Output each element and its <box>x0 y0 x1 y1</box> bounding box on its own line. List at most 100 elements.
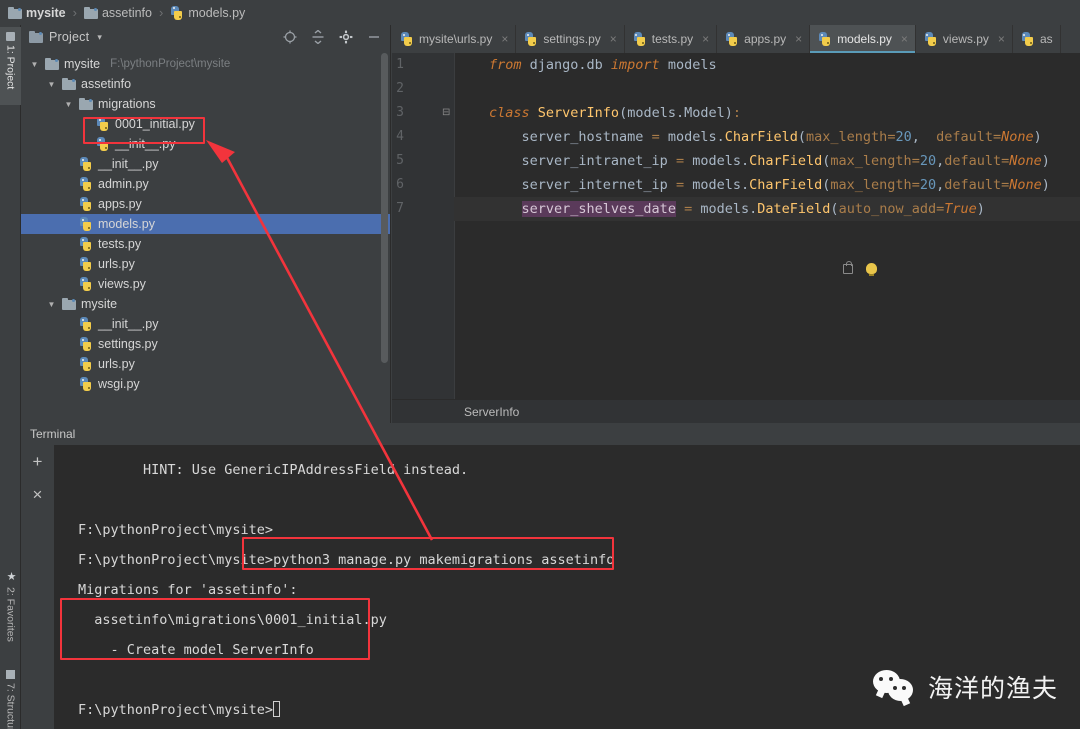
line-number: 5 <box>396 153 404 168</box>
editor-tab-apps-py[interactable]: apps.py × <box>717 25 811 53</box>
expand-arrow-icon[interactable]: ▼ <box>46 80 57 89</box>
expand-arrow-icon[interactable]: ▼ <box>46 300 57 309</box>
code-token: CharField <box>724 129 798 145</box>
editor-status-breadcrumb: ServerInfo <box>392 399 1080 423</box>
close-icon[interactable]: × <box>702 32 709 46</box>
tool-tab-structure[interactable]: 7: Structure <box>0 665 21 729</box>
line-number: 2 <box>396 81 404 96</box>
code-line[interactable] <box>454 77 1080 101</box>
tree-row[interactable]: urls.py <box>21 254 391 274</box>
tree-row[interactable]: wsgi.py <box>21 374 391 394</box>
line-number: 1 <box>396 57 404 72</box>
collapse-all-icon[interactable] <box>311 30 325 44</box>
code-token: (models.Model) <box>619 105 733 121</box>
tree-row-label: __init__.py <box>98 317 159 331</box>
python-file-icon <box>79 237 93 251</box>
tool-tab-project[interactable]: 1: Project <box>0 27 21 105</box>
editor-tab-label: settings.py <box>543 32 601 46</box>
tree-row[interactable]: __init__.py <box>21 154 391 174</box>
close-session-button[interactable]: × <box>21 478 54 511</box>
editor-code-lines[interactable]: from django.db import models class Serve… <box>454 53 1080 423</box>
terminal-line: HINT: Use GenericIPAddressField instead. <box>78 462 469 478</box>
python-file-icon <box>96 137 110 151</box>
code-token: from <box>489 57 522 73</box>
terminal-line: - Create model ServerInfo <box>78 642 314 658</box>
new-session-button[interactable]: + <box>21 445 54 478</box>
tree-row[interactable]: apps.py <box>21 194 391 214</box>
folder-icon <box>79 98 93 110</box>
line-number: 6 <box>396 177 404 192</box>
breadcrumb-item-mysite[interactable]: mysite <box>8 6 66 20</box>
expand-arrow-icon[interactable]: ▼ <box>29 60 40 69</box>
settings-gear-icon[interactable] <box>339 30 353 44</box>
tree-row[interactable]: __init__.py <box>21 134 391 154</box>
python-file-icon <box>170 5 184 20</box>
tree-row[interactable]: 0001_initial.py <box>21 114 391 134</box>
locate-icon[interactable] <box>283 30 297 44</box>
breadcrumb: mysite › assetinfo › models.py <box>0 0 1080 25</box>
tree-row[interactable]: urls.py <box>21 354 391 374</box>
tree-row[interactable]: __init__.py <box>21 314 391 334</box>
close-icon[interactable]: × <box>795 32 802 46</box>
code-token: = <box>993 129 1002 145</box>
editor-code-area[interactable]: 1 2 3 4 5 6 7 from django.db import models cla… <box>392 53 1080 423</box>
tree-row[interactable]: admin.py <box>21 174 391 194</box>
code-token: ) <box>976 201 985 217</box>
tree-row[interactable]: ▼ mysite <box>21 294 391 314</box>
tree-row[interactable]: models.py <box>21 214 391 234</box>
code-line[interactable]: server_intranet_ip = models.CharField(ma… <box>454 149 1080 173</box>
terminal-line: F:\pythonProject\mysite> <box>78 522 274 538</box>
code-line[interactable]: server_shelves_date = models.DateField(a… <box>454 197 1080 221</box>
folder-icon <box>62 78 76 90</box>
wechat-icon <box>872 670 915 704</box>
code-token: : <box>732 105 741 121</box>
tree-row[interactable]: ▼ assetinfo <box>21 74 391 94</box>
folder-icon <box>62 298 76 310</box>
tree-row[interactable]: ▼ migrations <box>21 94 391 114</box>
editor-tab-settings-py[interactable]: settings.py × <box>516 25 625 53</box>
watermark-text: 海洋的渔夫 <box>927 674 1058 703</box>
editor-tab-as[interactable]: as <box>1013 25 1061 53</box>
code-line[interactable]: server_hostname = models.CharField(max_l… <box>454 125 1080 149</box>
terminal-side-buttons: + × <box>21 445 54 729</box>
hide-panel-icon[interactable] <box>367 30 381 44</box>
code-token: max_length <box>806 129 888 145</box>
breadcrumb-separator: › <box>72 5 77 20</box>
expand-arrow-icon[interactable]: ▼ <box>63 100 74 109</box>
terminal-line: assetinfo\migrations\0001_initial.py <box>78 612 387 628</box>
editor-tab-label: models.py <box>837 32 892 46</box>
tree-row[interactable]: settings.py <box>21 334 391 354</box>
python-file-icon <box>79 337 93 351</box>
tree-row-label: urls.py <box>98 257 135 271</box>
editor-tab-models-py[interactable]: models.py × <box>810 25 916 53</box>
editor-tab-tests-py[interactable]: tests.py × <box>625 25 718 53</box>
code-line[interactable]: server_internet_ip = models.CharField(ma… <box>454 173 1080 197</box>
close-icon[interactable]: × <box>610 32 617 46</box>
code-token: models <box>659 57 717 73</box>
tree-row-label: tests.py <box>98 237 142 251</box>
code-line[interactable]: class ServerInfo(models.Model): <box>454 101 1080 125</box>
tree-row[interactable]: views.py <box>21 274 391 294</box>
intention-bulb-icon[interactable] <box>866 263 877 276</box>
close-icon[interactable]: × <box>901 32 908 46</box>
fold-arrow-icon[interactable]: ⊟ <box>442 107 450 118</box>
tree-row[interactable]: ▼ mysite F:\pythonProject\mysite <box>21 54 391 74</box>
editor-tab-mysite-urls-py[interactable]: mysite\urls.py × <box>392 25 517 53</box>
tree-row-label: 0001_initial.py <box>115 117 195 131</box>
editor-tab-views-py[interactable]: views.py × <box>916 25 1013 53</box>
close-icon[interactable]: × <box>998 32 1005 46</box>
tree-row[interactable]: tests.py <box>21 234 391 254</box>
tool-tab-favorites[interactable]: ★ 2: Favorites <box>0 565 21 660</box>
chevron-down-icon[interactable]: ▾ <box>97 32 102 43</box>
tree-row-label: urls.py <box>98 357 135 371</box>
python-file-icon <box>79 317 93 331</box>
breadcrumb-item-assetinfo[interactable]: assetinfo <box>83 6 152 20</box>
python-file-icon <box>633 32 647 46</box>
project-tree[interactable]: ▼ mysite F:\pythonProject\mysite ▼ assetinfo… <box>21 49 391 423</box>
code-line[interactable]: from django.db import models <box>454 53 1080 77</box>
code-token: ) <box>1041 153 1050 169</box>
breadcrumb-item-models-py[interactable]: models.py <box>170 5 245 20</box>
close-icon[interactable]: × <box>501 32 508 46</box>
